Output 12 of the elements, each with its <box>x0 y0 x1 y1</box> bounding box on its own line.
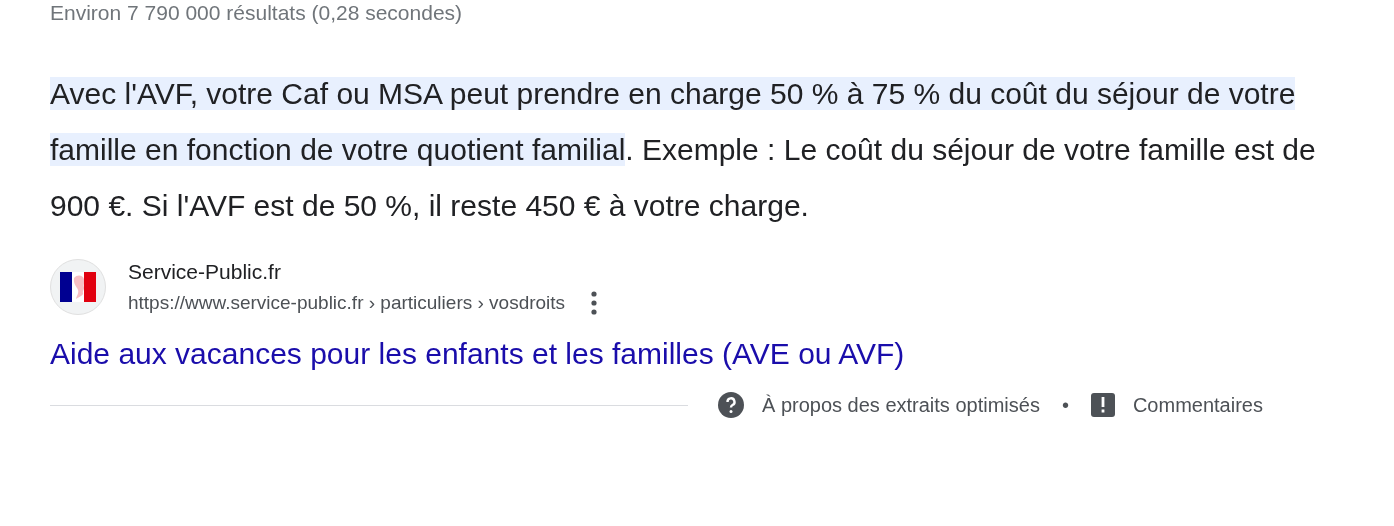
result-stats: Environ 7 790 000 résultats (0,28 secondes) <box>50 0 464 26</box>
more-options-icon[interactable] <box>591 291 598 315</box>
snippet-paragraph: Avec l'AVF, votre Caf ou MSA peut prendre en charge 50 % à 75 % du coût du séjour de votre famille en fonction de votre quotient familial. Exemple : Le coût du séjour de votre famille est de 900 €. Si l'AVF est de 50 %, il reste 450 € à votre charge. <box>50 76 1317 224</box>
about-snippets-link[interactable]: À propos des extraits optimisés <box>762 393 1040 417</box>
help-icon[interactable] <box>718 392 744 418</box>
site-url[interactable]: https://www.service-public.fr › particuliers › vosdroits <box>128 290 566 316</box>
feedback-link[interactable]: Commentaires <box>1132 393 1263 417</box>
site-name[interactable]: Service-Public.fr <box>128 258 598 286</box>
separator-dot: • <box>1061 393 1069 417</box>
site-logo <box>50 259 106 315</box>
result-link[interactable]: Aide aux vacances pour les enfants et les familles (AVE ou AVF) <box>50 334 1394 374</box>
feedback-icon[interactable] <box>1090 393 1115 417</box>
